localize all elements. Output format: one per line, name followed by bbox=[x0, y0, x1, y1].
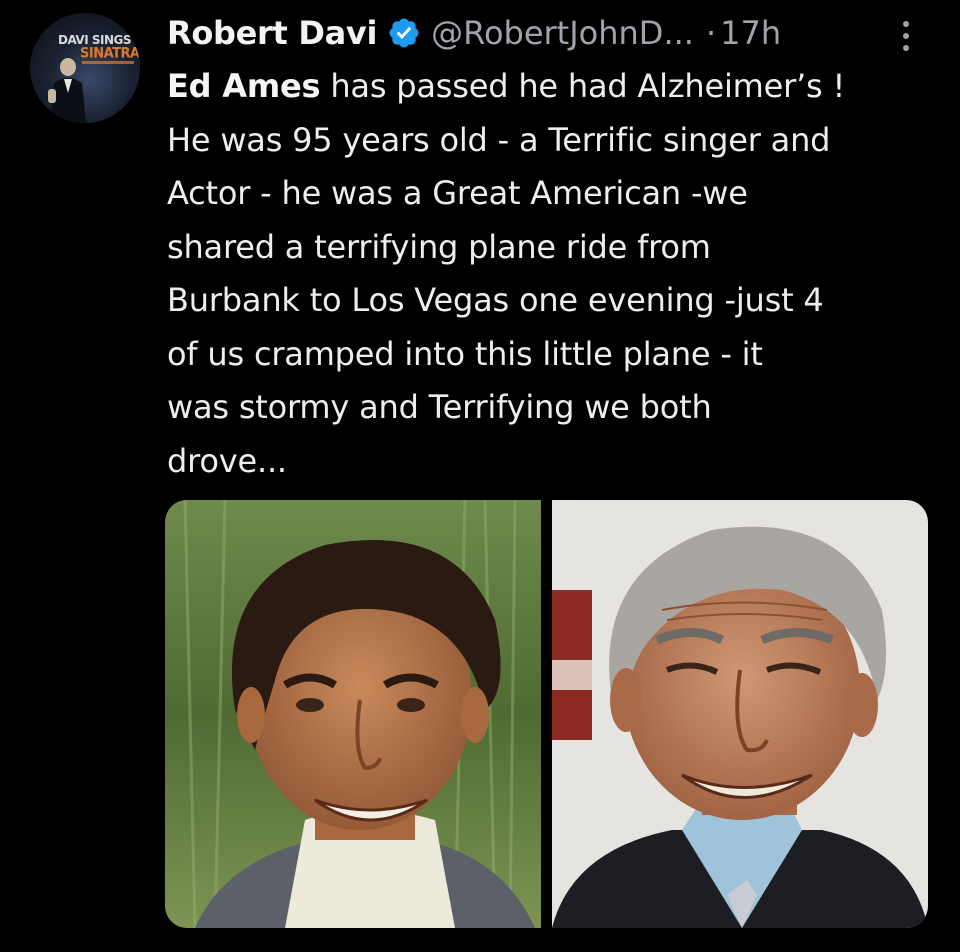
older-portrait-image bbox=[552, 500, 928, 928]
avatar-text-line2: SINATRA bbox=[80, 45, 140, 62]
author-handle[interactable]: @RobertJohnD... bbox=[431, 14, 694, 52]
author-display-name[interactable]: Robert Davi bbox=[167, 14, 377, 52]
separator-dot: · bbox=[705, 14, 717, 52]
verified-badge-icon[interactable] bbox=[387, 16, 421, 50]
tweet-header: Robert Davi @RobertJohnD... · 17h bbox=[167, 10, 781, 56]
tweet-body: Ed Ames has passed he had Alzheimer’s ! … bbox=[167, 60, 937, 488]
more-options-icon[interactable] bbox=[896, 18, 916, 54]
photo-young-portrait[interactable] bbox=[165, 500, 541, 928]
young-portrait-image bbox=[165, 500, 541, 928]
author-avatar[interactable]: DAVI SINGS SINATRA bbox=[30, 13, 140, 123]
tweet-timestamp[interactable]: 17h bbox=[720, 14, 781, 52]
tweet-media-grid bbox=[165, 500, 928, 928]
tweet-text: has passed he had Alzheimer’s ! He was 9… bbox=[167, 67, 846, 480]
tweet-bold-name: Ed Ames bbox=[167, 67, 321, 105]
avatar-decor-line bbox=[82, 61, 134, 64]
photo-older-portrait[interactable] bbox=[552, 500, 928, 928]
